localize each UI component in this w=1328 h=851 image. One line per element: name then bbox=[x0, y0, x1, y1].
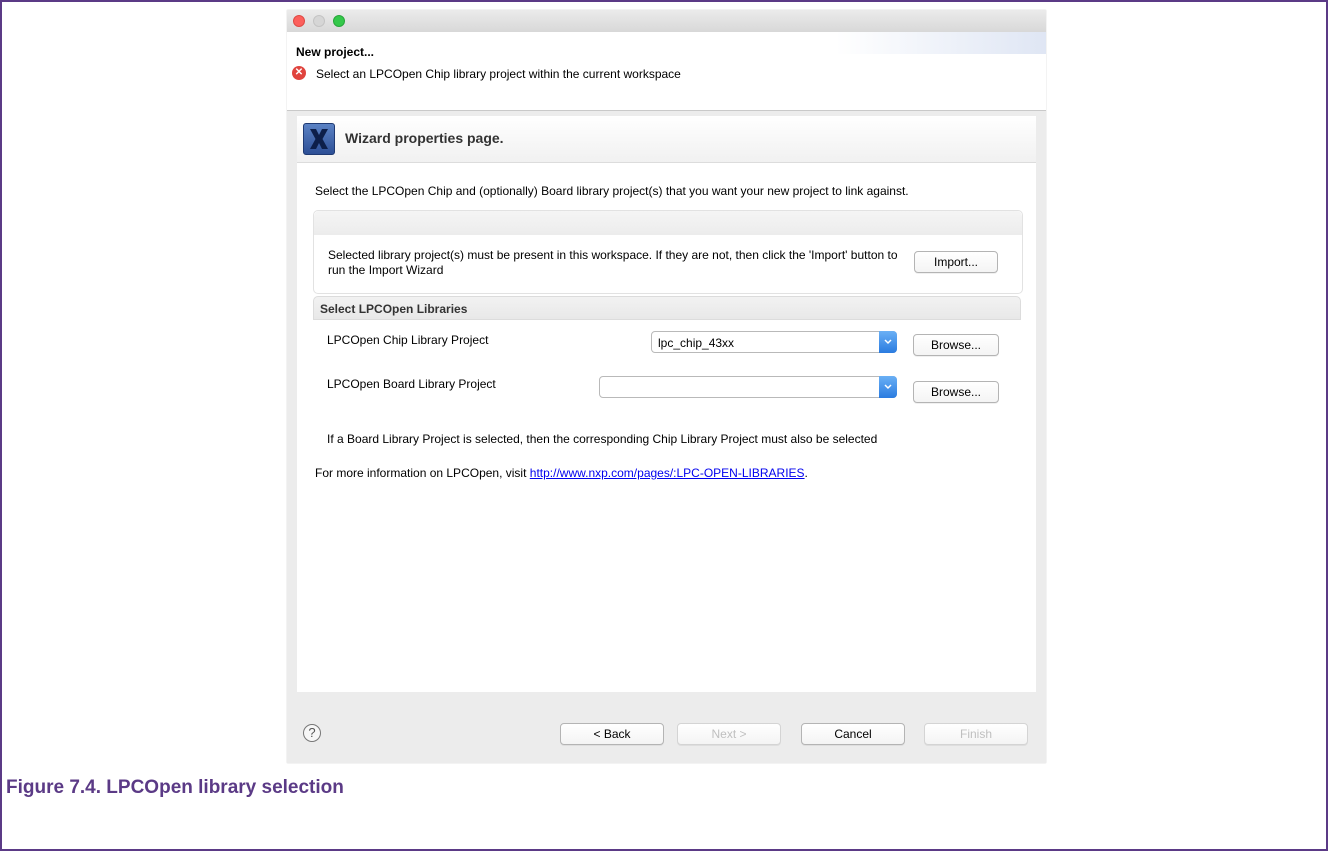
page-description: Select the LPCOpen Chip and (optionally)… bbox=[315, 184, 909, 198]
chevron-down-icon[interactable] bbox=[879, 376, 897, 398]
dialog-header: New project... ✕ Select an LPCOpen Chip … bbox=[287, 32, 1046, 111]
chip-library-label: LPCOpen Chip Library Project bbox=[327, 333, 489, 347]
import-group: Selected library project(s) must be pres… bbox=[313, 210, 1023, 294]
import-button[interactable]: Import... bbox=[914, 251, 998, 273]
board-library-label: LPCOpen Board Library Project bbox=[327, 377, 496, 391]
import-instructions: Selected library project(s) must be pres… bbox=[328, 248, 898, 277]
info-prefix: For more information on LPCOpen, visit bbox=[315, 466, 530, 480]
back-button[interactable]: < Back bbox=[560, 723, 664, 745]
wizard-x-icon bbox=[303, 123, 335, 155]
zoom-window-button[interactable] bbox=[333, 15, 345, 27]
chip-library-value: lpc_chip_43xx bbox=[658, 336, 735, 350]
wizard-page-title: Wizard properties page. bbox=[345, 130, 504, 146]
header-gradient bbox=[836, 32, 1046, 54]
lpcopen-link[interactable]: http://www.nxp.com/pages/:LPC-OPEN-LIBRA… bbox=[530, 466, 805, 480]
chevron-down-icon[interactable] bbox=[879, 331, 897, 353]
finish-button[interactable]: Finish bbox=[924, 723, 1028, 745]
info-suffix: . bbox=[804, 466, 808, 480]
close-window-button[interactable] bbox=[293, 15, 305, 27]
info-text: For more information on LPCOpen, visit h… bbox=[315, 466, 808, 480]
error-circle-icon: ✕ bbox=[292, 66, 306, 80]
error-message: Select an LPCOpen Chip library project w… bbox=[316, 67, 681, 81]
cancel-button[interactable]: Cancel bbox=[801, 723, 905, 745]
help-question-icon[interactable]: ? bbox=[303, 724, 321, 742]
select-libraries-header: Select LPCOpen Libraries bbox=[313, 296, 1021, 320]
dialog-title: New project... bbox=[296, 45, 375, 59]
chip-browse-button[interactable]: Browse... bbox=[913, 334, 999, 356]
wizard-page-header: Wizard properties page. bbox=[297, 116, 1036, 163]
select-libraries-title: Select LPCOpen Libraries bbox=[320, 302, 468, 316]
new-project-dialog: New project... ✕ Select an LPCOpen Chip … bbox=[287, 10, 1046, 763]
board-selection-note: If a Board Library Project is selected, … bbox=[327, 432, 878, 446]
chip-library-combo[interactable]: lpc_chip_43xx bbox=[651, 331, 897, 353]
board-browse-button[interactable]: Browse... bbox=[913, 381, 999, 403]
window-titlebar bbox=[287, 10, 1046, 32]
minimize-window-button[interactable] bbox=[313, 15, 325, 27]
figure-caption: Figure 7.4. LPCOpen library selection bbox=[6, 777, 344, 798]
wizard-content: Wizard properties page. Select the LPCOp… bbox=[297, 116, 1036, 692]
board-library-combo[interactable] bbox=[599, 376, 897, 398]
next-button[interactable]: Next > bbox=[677, 723, 781, 745]
import-group-header bbox=[314, 211, 1022, 235]
